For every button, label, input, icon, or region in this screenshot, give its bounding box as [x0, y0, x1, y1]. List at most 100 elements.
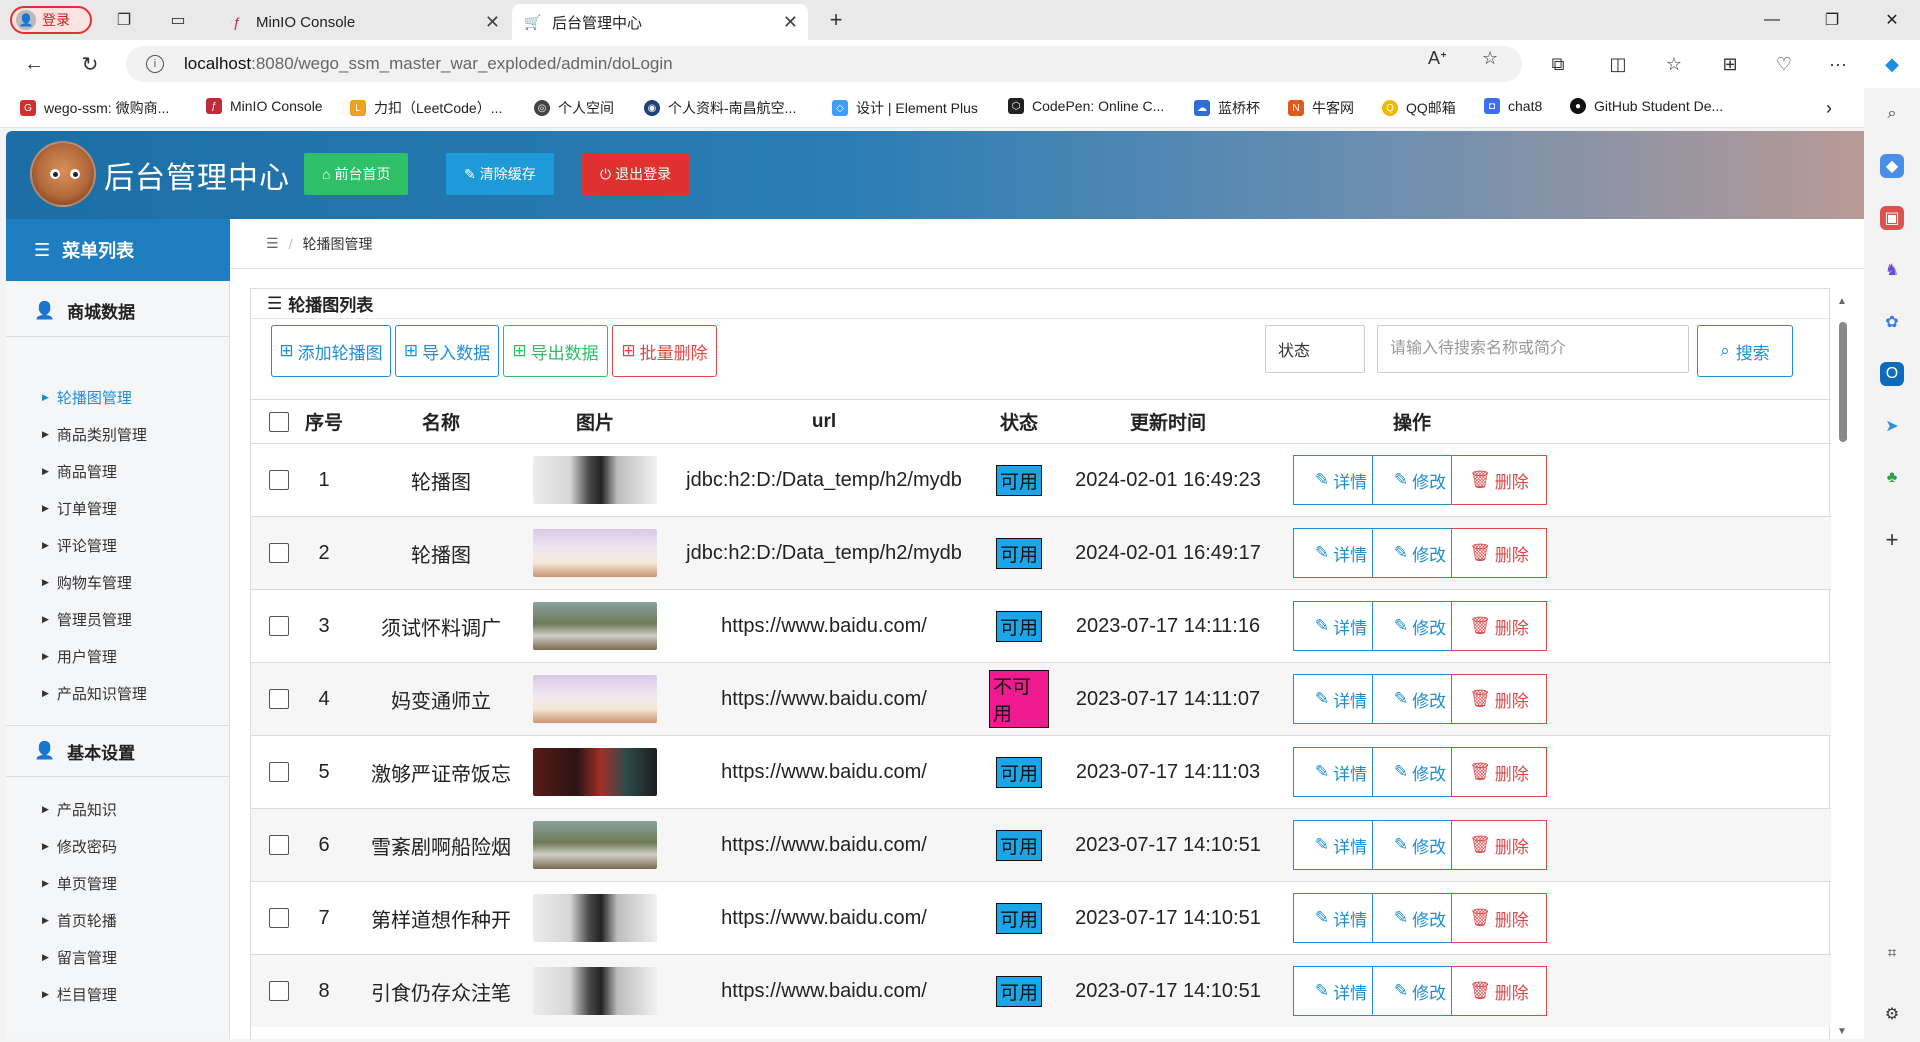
close-icon[interactable]: ✕ — [783, 12, 798, 33]
page-scrollbar[interactable]: ▲ ▼ — [1835, 296, 1849, 1037]
maximize-icon[interactable]: ❐ — [1812, 6, 1852, 34]
delete-button[interactable]: 🗑 删除 — [1451, 601, 1547, 651]
toolbox-icon[interactable]: ▣ — [1880, 206, 1904, 230]
more-menu-icon[interactable]: ··· — [1824, 50, 1852, 78]
back-icon[interactable]: ← — [20, 50, 48, 78]
import-data-button[interactable]: ⊞ 导入数据 — [395, 325, 499, 377]
bookmark-item[interactable]: ⬡ CodePen: Online C... — [1008, 98, 1164, 114]
group-mall-data[interactable]: 👤 商城数据 — [6, 285, 230, 337]
refresh-icon[interactable]: ↻ — [76, 50, 104, 78]
search-button[interactable]: ⌕ 搜索 — [1697, 325, 1793, 377]
outlook-icon[interactable]: O — [1880, 362, 1904, 386]
profile-button[interactable]: 👤 登录 — [10, 6, 92, 34]
add-icon[interactable]: + — [1880, 527, 1904, 552]
row-checkbox[interactable] — [269, 616, 289, 636]
add-banner-button[interactable]: ⊞ 添加轮播图 — [271, 325, 391, 377]
bookmark-item[interactable]: ● GitHub Student De... — [1570, 98, 1723, 114]
logout-button[interactable]: ⏻ 退出登录 — [582, 153, 690, 195]
sidebar-item-messages[interactable]: ▶ 留言管理 — [42, 942, 117, 972]
favorite-star-icon[interactable]: ☆ — [1482, 48, 1498, 69]
scroll-down-icon[interactable]: ▼ — [1837, 1026, 1847, 1037]
search-icon[interactable]: ⌕ — [1880, 102, 1904, 126]
copilot-icon[interactable]: ◆ — [1878, 50, 1906, 78]
search-input[interactable] — [1377, 325, 1689, 373]
row-checkbox[interactable] — [269, 981, 289, 1001]
clear-cache-button[interactable]: ✎ 清除缓存 — [446, 153, 554, 195]
sidebar-item-columns[interactable]: ▶ 栏目管理 — [42, 979, 117, 1009]
bookmark-item[interactable]: N 牛客网 — [1288, 98, 1354, 118]
bookmark-item[interactable]: ◎ 个人空间 — [534, 98, 614, 118]
sidebar-item-knowledge[interactable]: ▶ 产品知识 — [42, 794, 117, 824]
sidebar-item-password[interactable]: ▶ 修改密码 — [42, 831, 117, 861]
minimize-icon[interactable]: — — [1752, 6, 1792, 34]
row-number: 2 — [318, 541, 330, 564]
close-icon[interactable]: ✕ — [485, 12, 500, 33]
send-icon[interactable]: ➤ — [1880, 414, 1904, 438]
row-checkbox[interactable] — [269, 762, 289, 782]
delete-button[interactable]: 🗑 删除 — [1451, 820, 1547, 870]
list-icon[interactable]: ☰ — [266, 235, 279, 252]
delete-button[interactable]: 🗑 删除 — [1451, 747, 1547, 797]
sidebar-item-single-page[interactable]: ▶ 单页管理 — [42, 868, 117, 898]
read-aloud-icon[interactable]: Aᐩ — [1428, 48, 1447, 69]
bookmark-item[interactable]: Gwego-ssm: 微购商... — [20, 98, 169, 118]
games-icon[interactable]: ♞ — [1880, 258, 1904, 282]
sidebar-item-admins[interactable]: ▶ 管理员管理 — [42, 604, 132, 634]
sidebar-item-users[interactable]: ▶ 用户管理 — [42, 641, 117, 671]
sidebar-item-cart[interactable]: ▶ 购物车管理 — [42, 567, 132, 597]
export-data-button[interactable]: ⊞ 导出数据 — [503, 325, 608, 377]
tab-minio[interactable]: ƒ MinIO Console ✕ — [216, 4, 510, 40]
sidebar-item-orders[interactable]: ▶ 订单管理 — [42, 493, 117, 523]
bookmark-item[interactable]: ◉ 个人资料-南昌航空... — [644, 98, 796, 118]
tab-admin[interactable]: 🛒 后台管理中心 ✕ — [512, 4, 808, 40]
shopping-tag-icon[interactable]: ◆ — [1880, 154, 1904, 178]
bookmark-item[interactable]: ☁ 蓝桥杯 — [1194, 98, 1260, 118]
scrollbar-thumb[interactable] — [1839, 322, 1847, 442]
new-tab-icon[interactable]: + — [824, 7, 848, 32]
bookmark-item[interactable]: L 力扣（LeetCode）... — [350, 98, 502, 118]
group-basic-settings[interactable]: 👤 基本设置 — [6, 725, 230, 777]
row-checkbox[interactable] — [269, 470, 289, 490]
row-checkbox[interactable] — [269, 835, 289, 855]
workspaces-icon[interactable]: ❐ — [112, 8, 136, 32]
site-info-icon[interactable]: i — [146, 55, 164, 73]
sidebar-item-knowledge-admin[interactable]: ▶ 产品知识管理 — [42, 678, 147, 708]
split-screen-icon[interactable]: ◫ — [1604, 50, 1632, 78]
chevron-right-icon[interactable]: › — [1826, 98, 1832, 119]
select-all-checkbox[interactable] — [269, 411, 289, 432]
delete-button[interactable]: 🗑 删除 — [1451, 455, 1547, 505]
home-button[interactable]: ⌂ 前台首页 — [304, 153, 409, 195]
sidebar-item-home-carousel[interactable]: ▶ 首页轮播 — [42, 905, 117, 935]
bookmark-label: MinIO Console — [230, 98, 323, 114]
delete-button[interactable]: 🗑 删除 — [1451, 893, 1547, 943]
extensions-icon[interactable]: ⧉ — [1544, 50, 1572, 78]
performance-icon[interactable]: ♡ — [1770, 50, 1798, 78]
row-checkbox[interactable] — [269, 689, 289, 709]
row-checkbox[interactable] — [269, 908, 289, 928]
batch-delete-button[interactable]: ⊞ 批量删除 — [612, 325, 717, 377]
bookmark-item[interactable]: ◘ chat8 — [1484, 98, 1542, 114]
bookmark-item[interactable]: ƒ MinIO Console — [206, 98, 323, 114]
favorites-icon[interactable]: ☆ — [1660, 50, 1688, 78]
settings-gear-icon[interactable]: ⚙ — [1880, 1002, 1904, 1026]
screenshot-icon[interactable]: ⌗ — [1880, 942, 1904, 966]
scroll-up-icon[interactable]: ▲ — [1837, 296, 1847, 307]
window-close-icon[interactable]: ✕ — [1872, 6, 1912, 34]
m365-icon[interactable]: ✿ — [1880, 310, 1904, 334]
bookmark-item[interactable]: ◇ 设计 | Element Plus — [832, 98, 978, 118]
delete-button[interactable]: 🗑 删除 — [1451, 966, 1547, 1016]
sidebar-item-banner[interactable]: ▶ 轮播图管理 — [42, 382, 132, 412]
delete-button[interactable]: 🗑 删除 — [1451, 674, 1547, 724]
bookmark-item[interactable]: Q QQ邮箱 — [1382, 98, 1456, 118]
sidebar-item-goods[interactable]: ▶ 商品管理 — [42, 456, 117, 486]
list-icon: ☰ — [34, 239, 51, 260]
tab-actions-icon[interactable]: ▭ — [166, 8, 190, 32]
url-field[interactable]: i localhost:8080/wego_ssm_master_war_exp… — [126, 46, 1522, 82]
sidebar-item-comments[interactable]: ▶ 评论管理 — [42, 530, 117, 560]
sidebar-item-category[interactable]: ▶ 商品类别管理 — [42, 419, 147, 449]
tree-icon[interactable]: ♣ — [1880, 466, 1904, 490]
row-checkbox[interactable] — [269, 543, 289, 563]
delete-button[interactable]: 🗑 删除 — [1451, 528, 1547, 578]
collections-icon[interactable]: ⊞ — [1716, 50, 1744, 78]
status-select[interactable]: 状态 — [1265, 325, 1365, 373]
